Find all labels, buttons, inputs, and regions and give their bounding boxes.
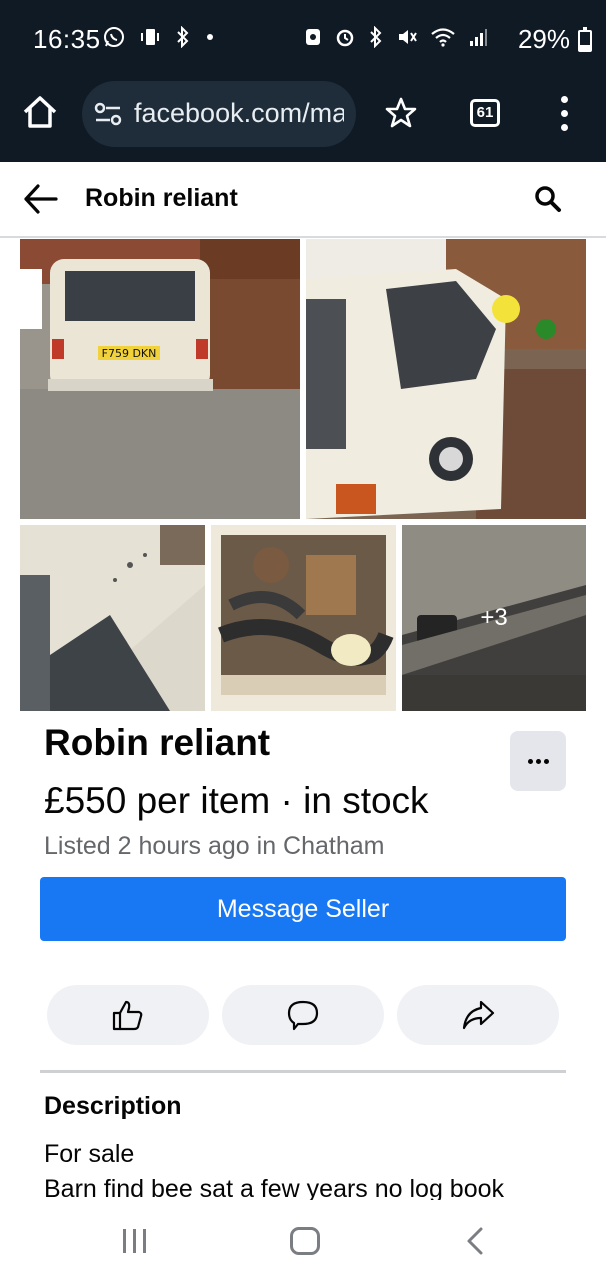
signal-icon bbox=[470, 29, 487, 46]
listing-price: £550 per item · in stock bbox=[44, 780, 429, 821]
description-line: For sale bbox=[44, 1140, 135, 1168]
tab-switcher-button[interactable]: 61 bbox=[470, 99, 500, 127]
status-right-icons bbox=[304, 26, 488, 48]
screenshot-icon bbox=[306, 29, 320, 45]
recent-apps-icon[interactable] bbox=[121, 1228, 149, 1254]
system-nav-bar bbox=[0, 1200, 606, 1280]
description-line: Barn find bee sat a few years no log boo… bbox=[44, 1175, 505, 1200]
dot-icon bbox=[207, 34, 213, 40]
battery-level bbox=[580, 44, 590, 50]
listing-photo-4[interactable] bbox=[211, 525, 396, 711]
comment-icon bbox=[287, 1000, 319, 1031]
comment-button[interactable] bbox=[222, 985, 384, 1045]
back-arrow-icon[interactable] bbox=[22, 182, 60, 216]
status-bar: 16:35 29% bbox=[0, 0, 606, 78]
description-body: For sale Barn find bee sat a few years n… bbox=[0, 1130, 606, 1200]
listing-title: Robin reliant bbox=[44, 722, 271, 763]
listing-photo-3[interactable] bbox=[20, 525, 205, 711]
number-plate: F759 DKN bbox=[102, 347, 157, 360]
battery-percent: 29% bbox=[517, 24, 570, 54]
listing-meta: Listed 2 hours ago in Chatham bbox=[44, 832, 385, 860]
vibrate-icon bbox=[141, 29, 159, 45]
site-settings-icon[interactable] bbox=[94, 101, 122, 127]
listing-photo-2[interactable] bbox=[306, 239, 586, 519]
share-button[interactable] bbox=[397, 985, 559, 1045]
system-back-icon[interactable] bbox=[464, 1227, 486, 1255]
battery-icon bbox=[578, 27, 592, 52]
message-seller-button[interactable]: Message Seller bbox=[40, 877, 566, 941]
status-left-icons bbox=[103, 26, 215, 48]
browser-menu-icon[interactable] bbox=[556, 94, 574, 134]
browser-toolbar: facebook.com/ma 61 bbox=[0, 78, 606, 162]
description-heading: Description bbox=[44, 1092, 182, 1120]
search-icon[interactable] bbox=[534, 185, 562, 213]
listing-photo-5[interactable]: +3 bbox=[402, 525, 586, 711]
whatsapp-icon bbox=[104, 27, 124, 47]
wifi-icon bbox=[431, 28, 455, 47]
home-button-icon[interactable] bbox=[290, 1227, 320, 1255]
alarm-icon bbox=[336, 29, 354, 47]
page-title: Robin reliant bbox=[85, 184, 238, 212]
like-button[interactable] bbox=[47, 985, 209, 1045]
home-icon[interactable] bbox=[20, 92, 60, 132]
more-photos-count[interactable]: +3 bbox=[402, 525, 586, 711]
bluetooth-icon bbox=[370, 26, 382, 48]
section-divider bbox=[40, 1070, 566, 1073]
bluetooth-icon bbox=[177, 26, 189, 48]
page-header: Robin reliant bbox=[0, 162, 606, 238]
bookmark-star-icon[interactable] bbox=[384, 96, 418, 130]
status-time: 16:35 bbox=[33, 24, 101, 54]
mute-icon bbox=[399, 30, 417, 44]
more-options-button[interactable] bbox=[510, 731, 566, 791]
share-icon bbox=[462, 1000, 495, 1030]
like-icon bbox=[112, 1000, 143, 1031]
listing-photo-1[interactable]: F759 DKN bbox=[20, 239, 300, 519]
url-text: facebook.com/ma bbox=[134, 98, 344, 128]
address-bar[interactable]: facebook.com/ma bbox=[82, 81, 356, 147]
